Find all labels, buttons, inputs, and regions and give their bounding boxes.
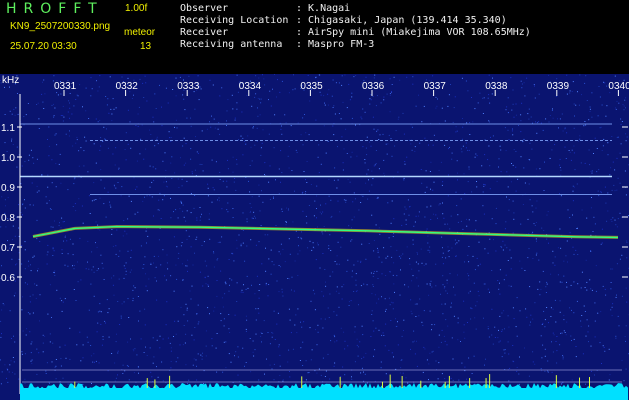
time-tick-label: 0338: [485, 81, 508, 92]
freq-tick-label: 1.0: [1, 153, 15, 164]
time-tick-label: 0331: [54, 81, 77, 92]
time-tick-label: 0335: [300, 81, 323, 92]
header-panel: HROFFT 1.00f KN9_2507200330.png meteor 1…: [0, 0, 629, 74]
freq-tick-label: 0.9: [1, 183, 15, 194]
observer-value: : K.Nagai: [296, 3, 351, 14]
observer-label: Observer: [180, 3, 229, 14]
app-title: HROFFT: [6, 1, 104, 17]
file-name: KN9_2507200330.png: [10, 21, 111, 32]
freq-tick-label: 1.1: [1, 123, 15, 134]
detection-count: 13: [140, 41, 152, 52]
antenna-label: Receiving antenna: [180, 39, 283, 50]
antenna-value: : Maspro FM-3: [296, 39, 375, 50]
freq-tick-label: 0.6: [1, 273, 15, 284]
time-tick-label: 0336: [362, 81, 385, 92]
time-tick-label: 0334: [239, 81, 262, 92]
location-label: Receiving Location: [180, 15, 289, 26]
time-tick-label: 0337: [424, 81, 447, 92]
y-axis-unit: kHz: [2, 75, 19, 86]
spectrogram-plot: 0331 0332 0333 0334 0335 0336 0337 0338 0339 0340…: [0, 74, 629, 400]
receiver-value: : AirSpy mini (Miakejima VOR 108.65MHz): [296, 27, 531, 38]
freq-tick-label: 0.7: [1, 243, 15, 254]
time-tick-label: 0333: [177, 81, 200, 92]
time-tick-label: 0339: [547, 81, 570, 92]
location-value: : Chigasaki, Japan (139.414 35.340): [296, 15, 507, 26]
app-version: 1.00f: [125, 3, 148, 14]
time-tick-label: 0332: [116, 81, 139, 92]
time-tick-label: 0340: [608, 81, 629, 92]
freq-tick-label: 0.8: [1, 213, 15, 224]
mode-label: meteor: [124, 27, 156, 38]
timestamp: 25.07.20 03:30: [10, 41, 77, 52]
receiver-label: Receiver: [180, 27, 229, 38]
